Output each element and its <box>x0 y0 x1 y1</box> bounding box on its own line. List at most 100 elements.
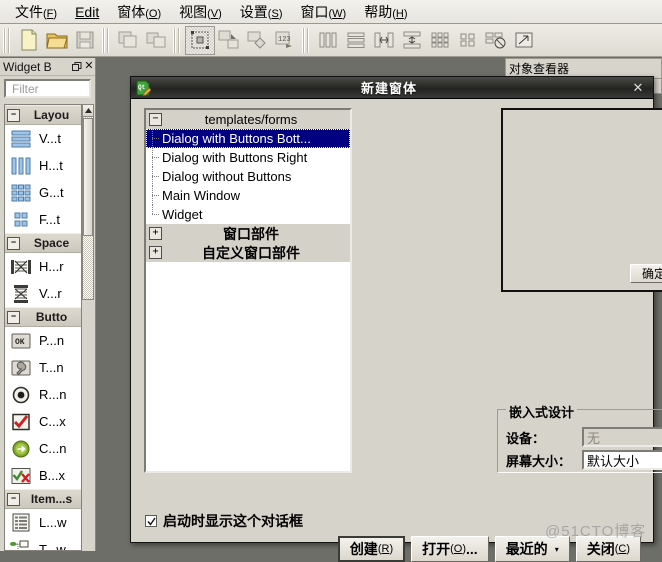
layout-splitter-v-icon[interactable] <box>398 27 426 54</box>
menu-form[interactable]: 窗体(O) <box>108 0 170 24</box>
scrollbar-thumb[interactable] <box>83 118 93 236</box>
screen-size-combobox[interactable]: 默认大小 <box>582 450 662 470</box>
vertical-layout-icon <box>9 128 33 150</box>
layout-grid-icon[interactable] <box>426 27 454 54</box>
widget-item-dialog-button-box[interactable]: B...x <box>5 462 81 489</box>
push-button-icon: OK <box>9 330 33 352</box>
widget-item-tool-button[interactable]: T...n <box>5 354 81 381</box>
widget-item-radio-button[interactable]: R...n <box>5 381 81 408</box>
toolbar-grip-2[interactable] <box>102 27 111 53</box>
collapse-icon[interactable]: − <box>7 310 20 324</box>
chevron-down-icon[interactable]: ▾ <box>555 545 559 554</box>
filter-field-wrapper[interactable] <box>4 79 91 98</box>
tree-item-dialog-with-buttons-right[interactable]: Dialog with Buttons Right <box>146 148 350 167</box>
widget-category-layouts[interactable]: − Layou <box>5 105 81 125</box>
widget-item-grid-layout[interactable]: G...t <box>5 179 81 206</box>
tree-item-dialog-with-buttons-bottom[interactable]: Dialog with Buttons Bott... <box>146 129 350 148</box>
widget-box-list[interactable]: − Layou V...t H...t G...t F...t − Space … <box>4 104 82 551</box>
widget-item-vertical-spacer[interactable]: V...r <box>5 280 81 307</box>
restore-icon[interactable] <box>71 61 83 73</box>
widget-item-list-view[interactable]: L...w <box>5 509 81 536</box>
show-on-startup-checkbox[interactable] <box>145 515 157 527</box>
new-file-icon[interactable] <box>15 27 43 54</box>
tree-item-label: Dialog with Buttons Right <box>162 150 308 165</box>
toolbar-grip-3[interactable] <box>173 27 182 53</box>
object-inspector-titlebar: 对象查看器 <box>505 58 662 78</box>
qt-designer-icon: Qt <box>135 80 152 96</box>
cascade-windows-icon[interactable] <box>114 27 142 54</box>
menu-edit[interactable]: Edit <box>66 2 108 22</box>
toolbar-grip[interactable] <box>3 27 12 53</box>
edit-tab-order-icon[interactable]: 123 <box>271 27 299 54</box>
layout-form-icon[interactable] <box>454 27 482 54</box>
menu-file[interactable]: 文件(F) <box>6 0 66 24</box>
expand-icon[interactable]: + <box>149 227 162 240</box>
tree-group-widgets[interactable]: + 窗口部件 <box>146 224 350 243</box>
layout-horizontal-icon[interactable] <box>314 27 342 54</box>
tree-item-main-window[interactable]: Main Window <box>146 186 350 205</box>
collapse-icon[interactable]: − <box>7 492 20 506</box>
menu-window[interactable]: 窗口(W) <box>291 0 355 24</box>
save-icon[interactable] <box>71 27 99 54</box>
widget-item-horizontal-spacer[interactable]: H...r <box>5 253 81 280</box>
close-icon[interactable]: ✕ <box>83 61 95 73</box>
show-on-startup-row[interactable]: 启动时显示这个对话框 <box>145 511 303 531</box>
command-link-button-icon <box>9 438 33 460</box>
dialog-titlebar[interactable]: Qt 新建窗体 ✕ <box>131 77 653 99</box>
widget-category-spacers[interactable]: − Space <box>5 233 81 253</box>
widget-category-buttons[interactable]: − Butto <box>5 307 81 327</box>
collapse-icon[interactable]: − <box>7 236 20 250</box>
menu-view[interactable]: 视图(V) <box>170 0 231 24</box>
edit-buddies-icon[interactable] <box>243 27 271 54</box>
tree-group-label: 自定义窗口部件 <box>202 244 300 261</box>
widget-item-label: T...n <box>39 360 64 375</box>
layout-vertical-icon[interactable] <box>342 27 370 54</box>
break-layout-icon[interactable] <box>482 27 510 54</box>
widget-item-horizontal-layout[interactable]: H...t <box>5 152 81 179</box>
widget-item-label: T...w <box>39 542 66 551</box>
open-folder-icon[interactable] <box>43 27 71 54</box>
close-button[interactable]: 关闭 (C) <box>575 536 641 562</box>
screen-size-label: 屏幕大小： <box>506 453 572 469</box>
dialog-body: − templates/forms Dialog with Buttons Bo… <box>131 99 662 562</box>
embedded-design-group: 嵌入式设计 设备： 无 屏幕大小： 默认大小 <box>497 402 662 473</box>
widget-category-item-views[interactable]: − Item...s <box>5 489 81 509</box>
template-tree[interactable]: − templates/forms Dialog with Buttons Bo… <box>144 108 352 473</box>
expand-icon[interactable]: + <box>149 246 162 259</box>
preview-ok-button: 确定 <box>630 264 662 283</box>
toolbar-grip-4[interactable] <box>302 27 311 53</box>
adjust-size-icon[interactable] <box>510 27 538 54</box>
tree-group-templates-forms[interactable]: − templates/forms <box>146 110 350 129</box>
menu-help[interactable]: 帮助(H) <box>355 0 416 24</box>
tree-item-widget[interactable]: Widget <box>146 205 350 224</box>
scroll-up-icon[interactable] <box>82 104 94 117</box>
widget-box-scrollbar[interactable] <box>82 104 94 300</box>
tree-group-label: 窗口部件 <box>223 225 279 242</box>
menu-settings[interactable]: 设置(S) <box>231 0 292 24</box>
tree-branch <box>152 195 159 196</box>
tile-windows-icon[interactable] <box>142 27 170 54</box>
vertical-spacer-icon <box>9 283 33 305</box>
widget-item-check-box[interactable]: C...x <box>5 408 81 435</box>
create-button[interactable]: 创建 (R) <box>337 536 406 562</box>
edit-signals-slots-icon[interactable] <box>215 27 243 54</box>
preview-button-row: 确定 取消 <box>630 264 662 283</box>
open-button[interactable]: 打开 (O)... <box>411 536 489 562</box>
widget-item-label: B...x <box>39 468 66 483</box>
close-icon[interactable]: ✕ <box>627 80 649 96</box>
dialog-button-box-icon <box>9 465 33 487</box>
collapse-icon[interactable]: − <box>7 108 20 122</box>
widget-item-command-link-button[interactable]: C...n <box>5 435 81 462</box>
widget-item-push-button[interactable]: OK P...n <box>5 327 81 354</box>
recent-button[interactable]: 最近的 ▾ <box>494 536 570 562</box>
widget-item-vertical-layout[interactable]: V...t <box>5 125 81 152</box>
filter-input[interactable] <box>10 80 89 97</box>
layout-splitter-h-icon[interactable] <box>370 27 398 54</box>
tree-item-dialog-without-buttons[interactable]: Dialog without Buttons <box>146 167 350 186</box>
collapse-icon[interactable]: − <box>149 113 162 126</box>
device-combobox[interactable]: 无 <box>582 427 662 447</box>
edit-widgets-icon[interactable] <box>185 25 215 55</box>
widget-item-tree-view[interactable]: T...w <box>5 536 81 551</box>
widget-item-form-layout[interactable]: F...t <box>5 206 81 233</box>
tree-group-custom-widgets[interactable]: + 自定义窗口部件 <box>146 243 350 262</box>
